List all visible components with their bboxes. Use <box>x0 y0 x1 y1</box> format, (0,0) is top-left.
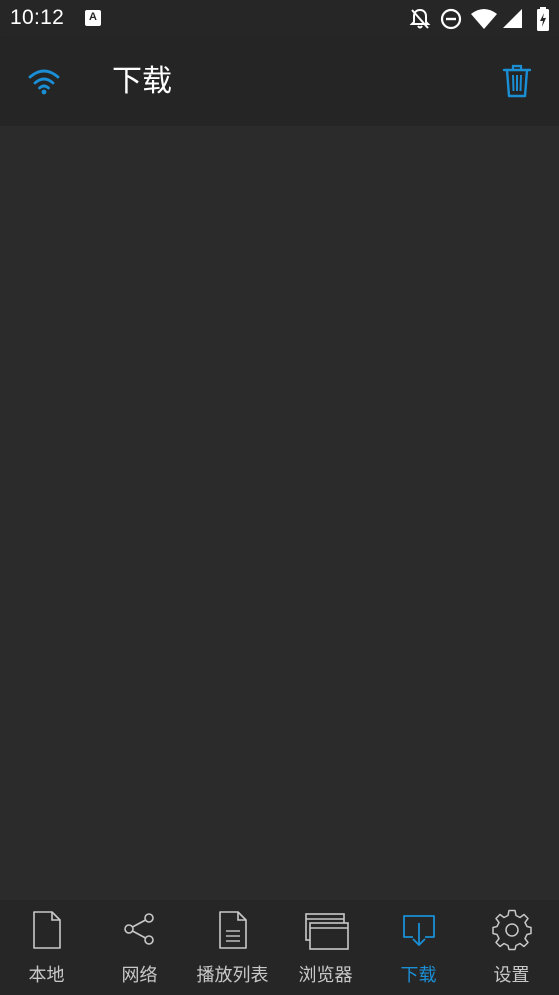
downloads-list <box>0 126 559 900</box>
nav-item-browser[interactable]: 浏览器 <box>279 900 372 995</box>
nav-item-network[interactable]: 网络 <box>93 900 186 995</box>
wifi-signal-icon <box>471 9 497 29</box>
share-icon <box>124 913 154 945</box>
nav-label-download: 下载 <box>400 965 437 986</box>
browser-window-icon <box>305 913 349 950</box>
nav-label-settings: 设置 <box>493 965 530 986</box>
nav-item-playlist[interactable]: 播放列表 <box>186 900 279 995</box>
download-icon <box>403 915 435 946</box>
cell-signal-icon <box>503 9 522 28</box>
battery-charging-icon <box>537 7 549 31</box>
page-title: 下载 <box>112 64 172 99</box>
status-time: 10:12 <box>10 6 65 29</box>
nav-label-browser: 浏览器 <box>298 965 353 986</box>
nav-label-local: 本地 <box>28 965 65 986</box>
nav-item-settings[interactable]: 设置 <box>465 900 558 995</box>
nav-item-download[interactable]: 下载 <box>372 900 465 995</box>
file-icon <box>33 911 61 949</box>
document-list-icon <box>219 911 247 949</box>
nav-item-local[interactable]: 本地 <box>0 900 93 995</box>
gear-icon <box>492 909 532 951</box>
status-bar: 10:12 A <box>0 0 559 38</box>
do-not-disturb-icon <box>440 8 462 30</box>
nav-label-network: 网络 <box>121 965 158 986</box>
trash-icon[interactable] <box>497 62 537 102</box>
nav-label-playlist: 播放列表 <box>196 965 269 986</box>
notifications-off-icon <box>409 8 431 29</box>
bottom-nav: 本地 网络 播放列表 浏览器 下载 设置 <box>0 900 559 995</box>
app-bar: 下载 <box>0 38 559 126</box>
wifi-icon[interactable] <box>24 62 64 102</box>
app-notification-icon: A <box>85 10 101 26</box>
